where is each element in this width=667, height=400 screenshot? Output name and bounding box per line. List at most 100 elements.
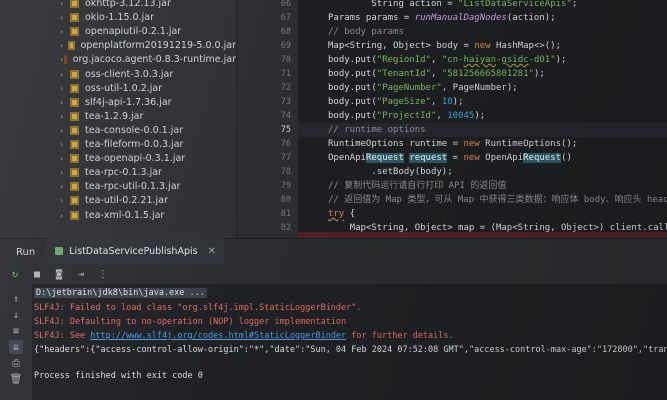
tree-item-label: tea-util-0.2.21.jar <box>85 195 168 207</box>
arrow-up-icon[interactable]: ↑ <box>9 292 23 306</box>
console-command-line: D:\jetbrain\jdk8\bin\java.exe ... <box>34 288 207 298</box>
line-number: 72 <box>280 83 291 93</box>
chevron-right-icon[interactable]: › <box>60 168 70 177</box>
code-line: Params params = runManualDagNodes(action… <box>328 13 556 23</box>
rerun-icon[interactable]: ↻ <box>8 267 22 281</box>
jar-icon <box>70 83 79 93</box>
console-text: for further details. <box>346 331 454 341</box>
code-line: Map<String, Object> body = new HashMap<>… <box>328 41 562 51</box>
line-number: 67 <box>280 13 291 23</box>
soft-wrap-icon[interactable]: ≡ <box>9 324 23 338</box>
jar-icon <box>70 69 79 79</box>
console-text: SLF4J: See <box>34 331 91 341</box>
tree-item-label: oss-client-3.0.3.jar <box>85 68 174 80</box>
chevron-right-icon[interactable]: › <box>60 196 70 205</box>
slf4j-link[interactable]: http://www.slf4j.org/codes.html#StaticLo… <box>90 331 346 341</box>
chevron-right-icon[interactable]: › <box>60 154 70 163</box>
chevron-right-icon[interactable]: › <box>60 126 70 135</box>
tree-item-label: slf4j-api-1.7.36.jar <box>85 96 172 108</box>
jar-icon <box>70 154 79 164</box>
line-number: 82 <box>280 223 291 233</box>
line-number: 68 <box>280 27 291 37</box>
jar-icon <box>70 111 79 121</box>
chevron-right-icon[interactable]: › <box>60 70 70 79</box>
chevron-right-icon[interactable]: › <box>60 27 70 36</box>
chevron-right-icon[interactable]: › <box>60 211 70 220</box>
code-line: body.put("ProjectId", 10045); <box>328 111 486 121</box>
exit-icon[interactable]: ⇥ <box>74 267 88 281</box>
print-icon[interactable]: ⎙ <box>9 356 23 370</box>
camera-icon[interactable]: ◙ <box>52 267 66 281</box>
tree-item-label: openplatform20191219-5.0.0.jar <box>80 40 236 52</box>
chevron-right-icon[interactable]: › <box>60 98 70 107</box>
chevron-right-icon[interactable]: › <box>60 140 70 149</box>
tree-item-label: tea-console-0.0.1.jar <box>85 124 184 136</box>
jar-icon <box>70 182 79 192</box>
tree-item-label: okhttp-3.12.13.jar <box>85 0 171 9</box>
code-line: try { <box>328 209 356 219</box>
console-line: SLF4J: See http://www.slf4j.org/codes.ht… <box>34 331 454 341</box>
tree-item-label: okio-1.15.0.jar <box>85 12 154 24</box>
jar-icon <box>70 97 79 107</box>
console-line: {"headers":{"access-control-allow-origin… <box>34 345 667 355</box>
close-icon[interactable]: ✕ <box>208 246 216 257</box>
line-number: 74 <box>280 111 291 121</box>
run-config-tab-label: ListDataServicePublishApis <box>69 245 198 257</box>
trash-icon[interactable]: 🗑 <box>9 372 23 386</box>
run-toolbar: ↻ ■ ◙ ⇥ ⋮ <box>0 264 667 284</box>
code-editor[interactable]: String action = "ListDataServiceApis"; P… <box>298 0 667 238</box>
console-line: SLF4J: Defaulting to no-operation (NOP) … <box>34 317 347 327</box>
jar-icon <box>70 196 79 206</box>
code-line: body.put("PageSize", 10); <box>328 97 464 107</box>
code-line: body.put("PageNumber", PageNumber); <box>328 83 518 93</box>
stop-icon[interactable]: ■ <box>30 267 44 281</box>
line-number: 73 <box>280 97 291 107</box>
jar-icon <box>63 55 67 65</box>
tree-item-label: oss-util-1.0.2.jar <box>85 82 163 94</box>
code-line: // runtime options <box>328 125 426 135</box>
chevron-right-icon[interactable]: › <box>60 41 68 50</box>
run-config-icon <box>55 247 64 255</box>
more-icon[interactable]: ⋮ <box>96 267 110 281</box>
jar-icon <box>70 168 79 178</box>
tree-item[interactable]: › tea-xml-0.1.5.jar <box>0 207 236 224</box>
chevron-right-icon[interactable]: › <box>60 182 70 191</box>
run-tool-window-header: Run ListDataServicePublishApis ✕ <box>0 238 667 266</box>
tree-item-label: tea-1.2.9.jar <box>85 110 144 122</box>
project-tree: › okhttp-3.12.13.jar › okio-1.15.0.jar › open… <box>0 0 236 238</box>
run-config-tab[interactable]: ListDataServicePublishApis ✕ <box>47 238 224 266</box>
line-number: 81 <box>280 209 291 219</box>
line-number: 76 <box>280 139 291 149</box>
code-line: body.put("RegionId", "cn-haiyan-gsidc-d0… <box>328 55 567 65</box>
jar-icon <box>70 0 79 8</box>
code-line: RuntimeOptions runtime = new RuntimeOpti… <box>328 139 578 149</box>
line-number: 71 <box>280 69 291 79</box>
line-number: 70 <box>280 55 291 65</box>
line-number: 78 <box>280 167 291 177</box>
tree-item-label: tea-xml-0.1.5.jar <box>85 209 165 221</box>
line-number: 75 <box>280 125 291 135</box>
chevron-right-icon[interactable]: › <box>60 13 70 22</box>
tree-item-label: org.jacoco.agent-0.8.3-runtime.jar <box>72 54 236 66</box>
code-line: Map<String, Object> map = (Map<String, O… <box>328 223 667 233</box>
scroll-to-end-icon[interactable]: ⇊ <box>9 340 23 354</box>
console-line: SLF4J: Failed to load class "org.slf4j.i… <box>34 303 362 313</box>
line-number: 66 <box>280 0 291 9</box>
chevron-right-icon[interactable]: › <box>60 112 70 121</box>
run-title[interactable]: Run <box>16 247 35 258</box>
chevron-right-icon[interactable]: › <box>60 84 70 93</box>
code-line: String action = "ListDataServiceApis"; <box>328 0 578 9</box>
line-number: 80 <box>280 195 291 205</box>
code-line: OpenApiRequest request = new OpenApiRequ… <box>328 153 572 163</box>
console-line: Process finished with exit code 0 <box>34 371 203 381</box>
line-number: 77 <box>280 153 291 163</box>
code-line: // 复制代码运行请自行打印 API 的返回值 <box>328 181 507 191</box>
console-side-toolbar: ↑ ↓ ≡ ⇊ ⎙ 🗑 <box>0 284 32 400</box>
arrow-down-icon[interactable]: ↓ <box>9 308 23 322</box>
tree-item-label: tea-openapi-0.3.1.jar <box>85 153 186 165</box>
code-line: body.put("TenantId", "581256665801281"); <box>328 69 545 79</box>
jar-icon <box>70 27 79 37</box>
chevron-right-icon[interactable]: › <box>60 0 70 8</box>
console-output[interactable]: D:\jetbrain\jdk8\bin\java.exe ... SLF4J:… <box>32 284 667 400</box>
tree-item-label: tea-fileform-0.0.3.jar <box>85 139 184 150</box>
